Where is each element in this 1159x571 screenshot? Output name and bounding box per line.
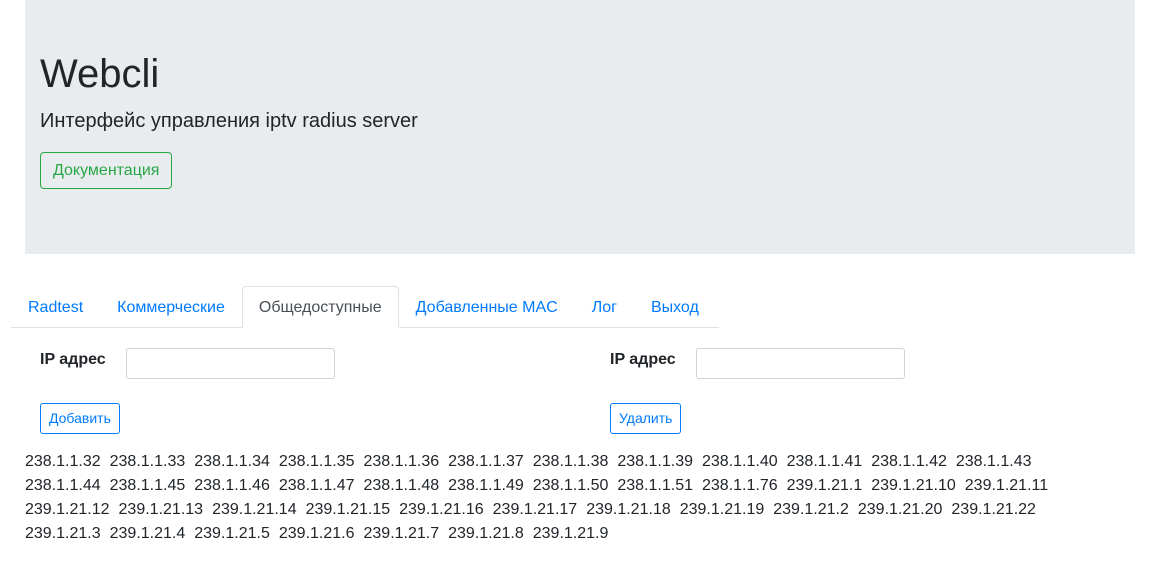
header-jumbotron: Webcli Интерфейс управления iptv radius … (25, 0, 1135, 254)
list-item: 238.1.1.39 (617, 453, 693, 470)
tab-commercial[interactable]: Коммерческие (100, 286, 242, 327)
add-button[interactable]: Добавить (40, 403, 120, 434)
list-item: 238.1.1.41 (786, 453, 863, 470)
list-item: 238.1.1.48 (363, 477, 440, 494)
list-item: 238.1.1.42 (871, 453, 947, 470)
list-item: 238.1.1.51 (617, 477, 693, 494)
delete-button[interactable]: Удалить (610, 403, 682, 434)
delete-ip-label: IP адрес (610, 351, 676, 368)
list-item: 238.1.1.38 (532, 453, 609, 470)
list-item: 239.1.21.1 (786, 477, 863, 494)
tab-added-mac[interactable]: Добавленные MAC (399, 286, 575, 327)
list-item: 238.1.1.32 (25, 453, 101, 470)
page-title: Webcli (40, 52, 160, 96)
list-item: 238.1.1.49 (448, 477, 524, 494)
list-item: 239.1.21.7 (363, 525, 440, 542)
list-item: 238.1.1.47 (278, 477, 355, 494)
list-item: 239.1.21.20 (857, 501, 943, 518)
list-item: 239.1.21.16 (399, 501, 484, 518)
page-subtitle: Интерфейс управления iptv radius server (40, 110, 418, 132)
add-ip-input[interactable] (126, 348, 335, 379)
list-item: 239.1.21.22 (951, 501, 1036, 518)
list-item: 239.1.21.12 (25, 501, 110, 518)
list-item: 239.1.21.10 (871, 477, 956, 494)
tab-logout[interactable]: Выход (634, 286, 716, 327)
list-item: 238.1.1.40 (702, 453, 778, 470)
add-ip-label: IP адрес (40, 351, 106, 368)
list-item: 238.1.1.36 (363, 453, 440, 470)
list-item: 238.1.1.50 (532, 477, 609, 494)
list-item: 238.1.1.33 (109, 453, 186, 470)
nav-tabs: Radtest Коммерческие Общедоступные Добав… (11, 286, 719, 328)
list-item: 239.1.21.18 (586, 501, 671, 518)
tab-log[interactable]: Лог (575, 286, 634, 327)
list-item: 239.1.21.13 (118, 501, 204, 518)
list-item: 238.1.1.43 (955, 453, 1032, 470)
documentation-button[interactable]: Документация (40, 152, 173, 189)
list-item: 239.1.21.6 (278, 525, 355, 542)
tab-public[interactable]: Общедоступные (241, 286, 399, 328)
list-item: 239.1.21.8 (448, 525, 524, 542)
ip-address-list: 238.1.1.32 238.1.1.33 238.1.1.34 238.1.1.35… (25, 450, 1105, 546)
list-item: 239.1.21.14 (212, 501, 297, 518)
list-item: 239.1.21.17 (492, 501, 578, 518)
list-item: 239.1.21.5 (194, 525, 270, 542)
list-item: 239.1.21.3 (25, 525, 101, 542)
list-item: 238.1.1.45 (109, 477, 186, 494)
list-item: 239.1.21.4 (109, 525, 186, 542)
list-item: 238.1.1.35 (278, 453, 355, 470)
list-item: 238.1.1.34 (194, 453, 270, 470)
list-item: 239.1.21.11 (964, 477, 1049, 494)
list-item: 238.1.1.44 (25, 477, 101, 494)
tab-radtest[interactable]: Radtest (11, 286, 100, 327)
list-item: 238.1.1.46 (194, 477, 270, 494)
list-item: 239.1.21.19 (679, 501, 765, 518)
list-item: 239.1.21.15 (305, 501, 391, 518)
delete-ip-input[interactable] (696, 348, 905, 379)
list-item: 239.1.21.9 (532, 525, 609, 542)
list-item: 238.1.1.76 (702, 477, 778, 494)
list-item: 238.1.1.37 (448, 453, 524, 470)
list-item: 239.1.21.2 (773, 501, 849, 518)
